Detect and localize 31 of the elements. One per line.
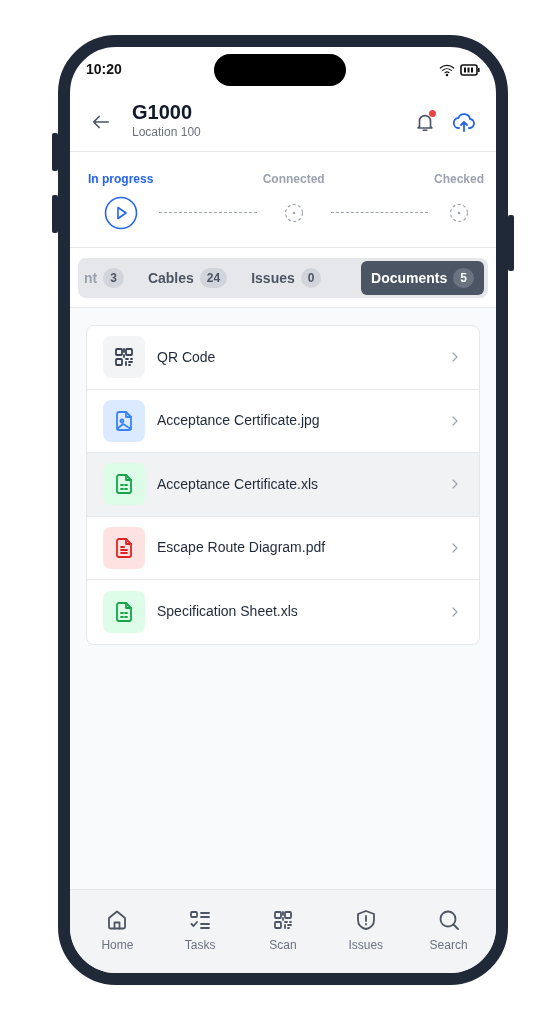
document-name: Acceptance Certificate.xls [157,474,320,494]
count-badge: 5 [453,268,474,288]
nav-item[interactable]: Scan [253,908,313,956]
document-row[interactable]: QR Code [87,326,479,390]
count-badge: 24 [199,268,228,288]
nav-item[interactable]: Search [418,908,479,956]
document-row[interactable]: Escape Route Diagram.pdf [87,516,479,580]
step-label: In progress [88,171,154,188]
tab[interactable]: Cables 24 [137,261,238,295]
tab[interactable]: Issues 0 [241,261,332,295]
document-name: QR Code [157,347,217,367]
step-label: Connected [262,171,325,188]
document-row[interactable]: Specification Sheet.xls [87,580,479,644]
document-name: Acceptance Certificate.jpg [157,411,321,431]
status-time: 10:20 [86,60,122,79]
step-label: Checked [433,171,484,188]
page-subtitle: Location 100 [132,124,202,141]
page-title: G1000 [132,102,194,123]
nav-item[interactable]: Home [87,908,148,956]
nav-item[interactable]: Tasks [170,908,231,956]
document-row[interactable]: Acceptance Certificate.xls [87,453,479,517]
count-badge: 3 [103,268,124,288]
document-name: Escape Route Diagram.pdf [157,538,327,558]
nav-item[interactable]: Issues [335,908,396,956]
battery-icon [460,62,480,77]
tab[interactable]: Documents 5 [361,261,484,295]
checklist-icon [188,908,213,932]
count-badge: 0 [300,268,322,288]
qr-code-icon [271,908,295,932]
tab[interactable]: nt 3 [82,261,134,295]
document-name: Specification Sheet.xls [157,602,299,622]
